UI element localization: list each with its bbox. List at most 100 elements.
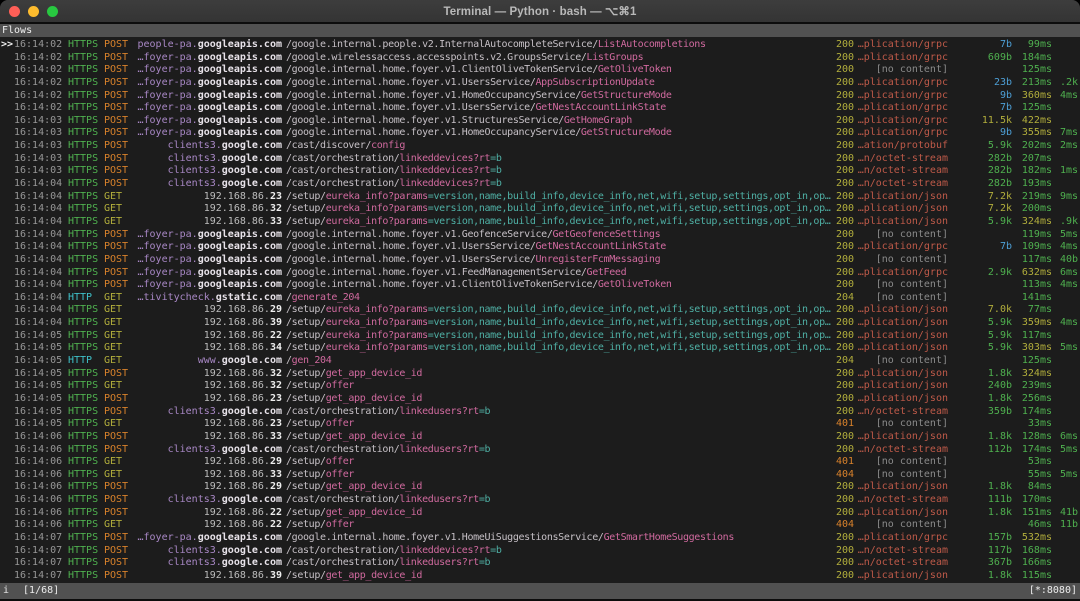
flow-duration: 151ms [1014,507,1052,520]
flow-row[interactable]: 16:14:03HTTPSPOSTclients3.google.com/cas… [0,165,1080,178]
host-ip-last-octet: 29 [270,456,282,467]
flow-row[interactable]: 16:14:02HTTPSPOST…foyer-pa.googleapis.co… [0,77,1080,90]
flow-extra-column: 7ms [1054,127,1078,140]
flow-row[interactable]: 16:14:04HTTPSGET192.168.86.33/setup/eure… [0,216,1080,229]
flow-duration: 532ms [1014,532,1052,545]
flow-row[interactable]: 16:14:06HTTPSGET192.168.86.33/setup/offe… [0,469,1080,482]
flow-host: …foyer-pa.googleapis.com [130,279,282,292]
flow-duration: 53ms [1014,456,1052,469]
path-last-segment: offer [326,469,354,480]
flow-host: 192.168.86.29 [130,456,282,469]
path-directory: /google.internal.home.foyer.v1.GeofenceS… [286,229,553,240]
flows-header: Flows [0,24,1080,37]
flow-row[interactable]: 16:14:03HTTPSPOST…foyer-pa.googleapis.co… [0,127,1080,140]
flow-row[interactable]: 16:14:05HTTPSGET192.168.86.23/setup/offe… [0,418,1080,431]
flow-row[interactable]: 16:14:07HTTPSPOSTclients3.google.com/cas… [0,557,1080,570]
flow-row[interactable]: 16:14:02HTTPSPOST…foyer-pa.googleapis.co… [0,52,1080,65]
flow-size: 5.9k [950,317,1012,330]
flow-row[interactable]: 16:14:05HTTPGETwww.google.com/gen_204204… [0,355,1080,368]
flow-duration: 125ms [1014,102,1052,115]
flow-content-type: …ation/protobuf [857,140,948,153]
flow-content-type: [no content] [857,469,948,482]
path-last-segment: offer [326,418,354,429]
flow-row[interactable]: 16:14:02HTTPSPOST…foyer-pa.googleapis.co… [0,64,1080,77]
query-key: ?rt [473,178,490,189]
flow-row[interactable]: 16:14:05HTTPSGET192.168.86.32/setup/offe… [0,380,1080,393]
flow-size: 5.9k [950,330,1012,343]
flow-row[interactable]: 16:14:05HTTPSPOST192.168.86.32/setup/get… [0,368,1080,381]
flow-row[interactable]: 16:14:04HTTPSPOSTclients3.google.com/cas… [0,178,1080,191]
flow-status-code: 200 [836,178,854,191]
flow-row[interactable]: 16:14:04HTTPSPOST…foyer-pa.googleapis.co… [0,229,1080,242]
flow-row[interactable]: 16:14:06HTTPSPOST192.168.86.33/setup/get… [0,431,1080,444]
flow-row[interactable]: 16:14:04HTTPSGET192.168.86.32/setup/eure… [0,203,1080,216]
flow-list[interactable]: >>16:14:02HTTPSPOSTpeople-pa.googleapis.… [0,37,1080,583]
flow-size: 240b [950,380,1012,393]
path-last-segment: get_app_device_id [326,507,422,518]
flow-row[interactable]: 16:14:04HTTPSPOST…foyer-pa.googleapis.co… [0,241,1080,254]
flow-row[interactable]: 16:14:04HTTPSPOST…foyer-pa.googleapis.co… [0,254,1080,267]
flow-row[interactable]: 16:14:04HTTPSPOST…foyer-pa.googleapis.co… [0,279,1080,292]
query-key: ?rt [462,557,479,568]
path-last-segment: linkeddevices [399,545,473,556]
flow-row[interactable]: 16:14:05HTTPSGET192.168.86.22/setup/eure… [0,330,1080,343]
flow-row[interactable]: 16:14:04HTTPGET…tivitycheck.gstatic.com/… [0,292,1080,305]
flow-row[interactable]: 16:14:06HTTPSGET192.168.86.29/setup/offe… [0,456,1080,469]
host-ip-last-octet: 22 [270,507,282,518]
flow-host: …foyer-pa.googleapis.com [130,254,282,267]
flow-scheme: HTTPS [68,90,98,103]
flow-method: GET [104,292,122,305]
flow-row[interactable]: 16:14:07HTTPSPOST192.168.86.39/setup/get… [0,570,1080,583]
flow-path: /google.internal.home.foyer.v1.ClientOli… [286,279,836,292]
title-bar[interactable]: Terminal — Python · bash — ⌥⌘1 [0,0,1080,22]
flow-row[interactable]: 16:14:04HTTPSGET192.168.86.39/setup/eure… [0,317,1080,330]
flow-row[interactable]: 16:14:03HTTPSPOSTclients3.google.com/cas… [0,153,1080,166]
flow-row[interactable]: 16:14:03HTTPSPOST…foyer-pa.googleapis.co… [0,115,1080,128]
flow-path: /google.internal.home.foyer.v1.HomeOccup… [286,127,836,140]
flow-host: 192.168.86.32 [130,380,282,393]
flow-row[interactable]: >>16:14:02HTTPSPOSTpeople-pa.googleapis.… [0,39,1080,52]
flow-status-code: 200 [836,279,854,292]
flow-row[interactable]: 16:14:04HTTPSPOST…foyer-pa.googleapis.co… [0,267,1080,280]
flow-path: /setup/eureka_info?params=version,name,b… [286,317,836,330]
flow-status-code: 204 [836,355,854,368]
host-ip-prefix: 192.168.86. [204,216,270,227]
flow-content-type: …plication/grpc [857,77,948,90]
flow-row[interactable]: 16:14:02HTTPSPOST…foyer-pa.googleapis.co… [0,90,1080,103]
host-domain: googleapis.com [198,254,282,265]
flow-row[interactable]: 16:14:04HTTPSGET192.168.86.23/setup/eure… [0,191,1080,204]
flow-row[interactable]: 16:14:07HTTPSPOST…foyer-pa.googleapis.co… [0,532,1080,545]
path-last-segment: gen_204 [292,355,332,366]
flow-timestamp: 16:14:05 [14,418,62,431]
host-ip-prefix: 192.168.86. [204,507,270,518]
flow-extra-column: 40b [1054,254,1078,267]
flow-row[interactable]: 16:14:06HTTPSPOSTclients3.google.com/cas… [0,494,1080,507]
path-last-segment: ListAutocompletions [598,39,706,50]
path-directory: /google.internal.people.v2.InternalAutoc… [286,39,598,50]
flow-row[interactable]: 16:14:05HTTPSPOSTclients3.google.com/cas… [0,406,1080,419]
path-last-segment: offer [326,380,354,391]
flow-host: clients3.google.com [130,140,282,153]
flow-content-type: …plication/json [857,481,948,494]
flow-row[interactable]: 16:14:06HTTPSPOST192.168.86.29/setup/get… [0,481,1080,494]
flow-scheme: HTTPS [68,64,98,77]
flow-row[interactable]: 16:14:06HTTPSGET192.168.86.22/setup/offe… [0,519,1080,532]
flow-row[interactable]: 16:14:05HTTPSPOST192.168.86.23/setup/get… [0,393,1080,406]
host-domain: googleapis.com [198,279,282,290]
flow-row[interactable]: 16:14:05HTTPSGET192.168.86.34/setup/eure… [0,342,1080,355]
flow-method: GET [104,380,122,393]
flow-host: …foyer-pa.googleapis.com [130,229,282,242]
path-directory: /google.internal.home.foyer.v1.UsersServ… [286,77,536,88]
flow-duration: 109ms [1014,241,1052,254]
flow-row[interactable]: 16:14:04HTTPSGET192.168.86.29/setup/eure… [0,304,1080,317]
flow-row[interactable]: 16:14:06HTTPSPOSTclients3.google.com/cas… [0,444,1080,457]
flow-row[interactable]: 16:14:03HTTPSPOSTclients3.google.com/cas… [0,140,1080,153]
flow-duration: 168ms [1014,545,1052,558]
flow-method: POST [104,77,128,90]
flow-row[interactable]: 16:14:06HTTPSPOST192.168.86.22/setup/get… [0,507,1080,520]
flow-row[interactable]: 16:14:02HTTPSPOST…foyer-pa.googleapis.co… [0,102,1080,115]
flow-size: 359b [950,406,1012,419]
flow-duration: 174ms [1014,406,1052,419]
flow-path: /google.internal.home.foyer.v1.UsersServ… [286,241,836,254]
flow-row[interactable]: 16:14:07HTTPSPOSTclients3.google.com/cas… [0,545,1080,558]
